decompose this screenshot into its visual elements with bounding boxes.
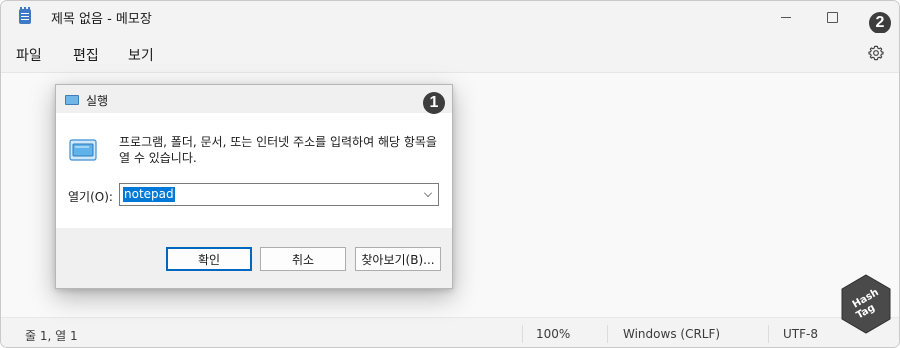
zoom-level: 100% xyxy=(536,327,571,341)
browse-button[interactable]: 찾아보기(B)... xyxy=(355,247,441,271)
menu-bar: 파일 편집 보기 xyxy=(1,33,899,73)
annotation-badge-2: 2 xyxy=(869,12,891,34)
menu-edit[interactable]: 편집 xyxy=(73,45,99,65)
run-dialog: 실행 프로그램, 폴더, 문서, 또는 인터넷 주소를 입력하여 해당 항목을 … xyxy=(55,84,453,289)
input-value: notepad xyxy=(123,187,175,202)
title-bar: 제목 없음 - 메모장 xyxy=(1,1,899,33)
encoding: UTF-8 xyxy=(783,327,818,341)
hashtag-logo: Hash Tag xyxy=(841,274,891,334)
minimize-button[interactable] xyxy=(763,1,809,33)
status-divider xyxy=(607,325,608,343)
dialog-description: 프로그램, 폴더, 문서, 또는 인터넷 주소를 입력하여 해당 항목을 열 수… xyxy=(119,135,437,165)
notepad-icon xyxy=(19,7,31,24)
cursor-position: 줄 1, 열 1 xyxy=(25,329,78,343)
open-label: 열기(O): xyxy=(68,190,113,204)
ok-button[interactable]: 확인 xyxy=(166,247,252,271)
window-title: 제목 없음 - 메모장 xyxy=(51,12,152,27)
status-divider xyxy=(522,325,523,343)
run-icon-small xyxy=(65,95,79,105)
chevron-down-icon[interactable] xyxy=(424,189,432,197)
dialog-body: 프로그램, 폴더, 문서, 또는 인터넷 주소를 입력하여 해당 항목을 열 수… xyxy=(56,113,452,228)
cancel-button[interactable]: 취소 xyxy=(260,247,346,271)
menu-view[interactable]: 보기 xyxy=(128,45,154,65)
open-input[interactable]: notepad xyxy=(119,183,439,206)
annotation-badge-1: 1 xyxy=(423,92,445,114)
status-divider xyxy=(768,325,769,343)
dialog-title: 실행 xyxy=(86,94,109,108)
line-ending: Windows (CRLF) xyxy=(623,327,721,341)
run-icon xyxy=(69,139,97,161)
maximize-button[interactable] xyxy=(809,1,855,33)
menu-file[interactable]: 파일 xyxy=(16,45,42,65)
status-bar: 줄 1, 열 1 100% Windows (CRLF) UTF-8 xyxy=(1,317,899,347)
settings-gear-icon[interactable] xyxy=(867,44,885,62)
